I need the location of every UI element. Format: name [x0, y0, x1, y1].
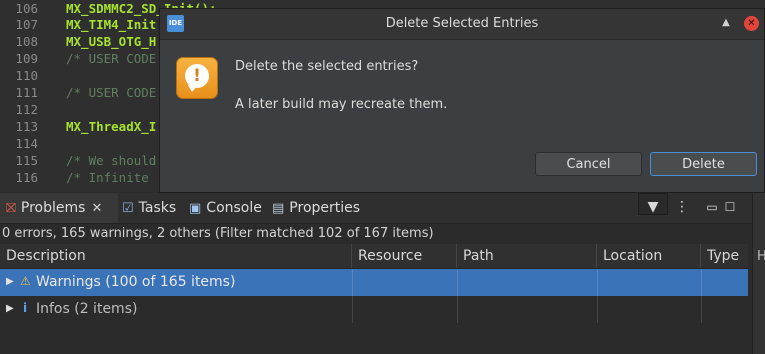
table-row-infos[interactable]: ▶ i Infos (2 items): [0, 296, 748, 323]
code-comment: /* We should: [66, 153, 157, 168]
code-text: MX_ThreadX_I: [66, 119, 157, 134]
warning-icon: ⚠: [20, 274, 31, 288]
warning-icon: !: [176, 57, 218, 99]
problems-status: 0 errors, 165 warnings, 2 others (Filter…: [2, 226, 434, 241]
tab-label: Problems: [20, 200, 86, 216]
line-number: 107: [15, 17, 38, 32]
side-panel-label: H: [757, 249, 765, 264]
table-header: Description Resource Path Location Type: [0, 244, 748, 269]
dialog-submessage: A later build may recreate them.: [235, 97, 448, 112]
column-header-resource[interactable]: Resource: [352, 244, 457, 268]
dialog-titlebar[interactable]: IDE Delete Selected Entries ▲ ✕: [160, 9, 764, 40]
expand-arrow-icon[interactable]: ▶: [6, 303, 14, 314]
tab-label: Properties: [289, 200, 361, 216]
code-line: 115 /* We should: [0, 152, 156, 169]
code-comment: /* Infinite: [66, 170, 149, 185]
tab-label: Tasks: [138, 200, 177, 216]
line-number: 113: [15, 119, 38, 134]
code-line: 112: [0, 101, 66, 118]
panel-tabbar: ⛝ Problems ✕ ☑ Tasks ▣ Console ▤ Properties ▼…: [0, 193, 752, 224]
info-icon: i: [23, 301, 28, 315]
code-line: 109 /* USER CODE: [0, 50, 156, 67]
tab-console[interactable]: ▣ Console: [189, 193, 262, 223]
column-header-location[interactable]: Location: [597, 244, 701, 268]
problems-icon: ⛝: [6, 201, 16, 216]
row-label: Warnings (100 of 165 items): [36, 274, 236, 290]
code-comment: /* USER CODE: [66, 51, 157, 66]
code-line: 107 MX_TIM4_Init: [0, 16, 156, 33]
line-number: 110: [15, 68, 38, 83]
close-icon[interactable]: ✕: [744, 16, 759, 31]
expand-arrow-icon[interactable]: ▶: [6, 276, 14, 287]
tab-properties[interactable]: ▤ Properties: [272, 193, 360, 223]
line-number: 111: [15, 85, 38, 100]
problems-panel: ⛝ Problems ✕ ☑ Tasks ▣ Console ▤ Properties ▼…: [0, 193, 752, 354]
line-number: 115: [15, 153, 38, 168]
tab-label: Console: [206, 200, 262, 216]
side-panel-edge: H: [752, 193, 765, 354]
code-text: MX_TIM4_Init: [66, 17, 157, 32]
dialog-title: Delete Selected Entries: [385, 16, 539, 31]
line-number: 109: [15, 51, 38, 66]
console-icon: ▣: [189, 201, 202, 216]
delete-button[interactable]: Delete: [650, 152, 757, 176]
code-line: 114: [0, 135, 66, 152]
maximize-icon[interactable]: ☐: [722, 197, 738, 217]
code-line: 111 /* USER CODE: [0, 84, 156, 101]
code-line: 110: [0, 67, 66, 84]
delete-entries-dialog: IDE Delete Selected Entries ▲ ✕ ! Delete…: [159, 8, 765, 193]
line-number: 116: [15, 170, 38, 185]
filter-icon[interactable]: ▼: [641, 197, 665, 217]
code-line: 116 /* Infinite: [0, 169, 149, 186]
code-line: 113 MX_ThreadX_I: [0, 118, 156, 135]
properties-icon: ▤: [272, 201, 285, 216]
column-header-description[interactable]: Description: [0, 244, 352, 268]
line-number: 112: [15, 102, 38, 117]
tab-problems[interactable]: ⛝ Problems ✕: [0, 193, 118, 223]
code-text: MX_USB_OTG_H: [66, 34, 157, 49]
dialog-message: Delete the selected entries?: [235, 59, 419, 74]
minimize-icon[interactable]: ▭: [704, 197, 720, 217]
code-line: 108 MX_USB_OTG_H: [0, 33, 156, 50]
collapse-up-icon[interactable]: ▲: [718, 15, 734, 31]
view-menu-icon[interactable]: ⋮: [673, 197, 691, 217]
column-header-path[interactable]: Path: [457, 244, 597, 268]
cancel-button[interactable]: Cancel: [535, 152, 642, 176]
tasks-icon: ☑: [122, 201, 134, 216]
close-icon[interactable]: ✕: [91, 201, 102, 216]
line-number: 106: [15, 1, 38, 16]
row-label: Infos (2 items): [36, 301, 138, 317]
column-header-type[interactable]: Type: [701, 244, 748, 268]
line-number: 114: [15, 136, 38, 151]
tab-tasks[interactable]: ☑ Tasks: [122, 193, 176, 223]
table-row-warnings[interactable]: ▶ ⚠ Warnings (100 of 165 items): [0, 269, 748, 296]
line-number: 108: [15, 34, 38, 49]
code-comment: /* USER CODE: [66, 85, 157, 100]
